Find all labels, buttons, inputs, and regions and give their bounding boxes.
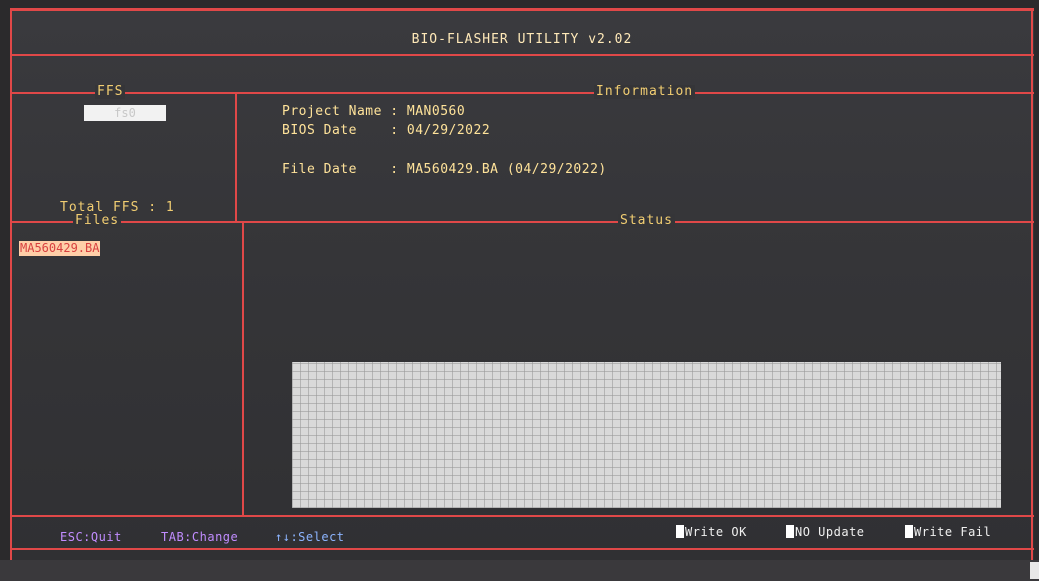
frame-help-divider — [10, 515, 1034, 517]
project-name-row: Project Name : MAN0560 — [282, 104, 466, 119]
status-panel-label: Status — [618, 213, 675, 228]
file-list-item[interactable]: MA560429.BA — [19, 241, 101, 256]
frame-left — [10, 8, 12, 560]
write-fail-swatch-icon — [905, 525, 913, 538]
legend-no-update: NO Update — [786, 525, 865, 539]
frame-top — [10, 8, 1034, 11]
cursor-block — [1030, 562, 1039, 579]
frame-middle-divider — [10, 221, 1034, 223]
ffs-panel-label: FFS — [95, 84, 126, 99]
frame-lower-vertical — [242, 222, 244, 516]
window-title: BIO-FLASHER UTILITY v2.02 — [411, 32, 633, 47]
legend-write-ok: Write OK — [676, 525, 747, 539]
help-tab-change: TAB:Change — [161, 530, 239, 544]
information-panel-label: Information — [594, 84, 696, 99]
frame-bottom — [10, 548, 1034, 550]
frame-upper-vertical — [235, 92, 237, 222]
write-ok-swatch-icon — [676, 525, 684, 538]
legend-write-ok-label: Write OK — [685, 525, 747, 539]
monitor-bezel — [0, 560, 1039, 581]
no-update-swatch-icon — [786, 525, 794, 538]
frame-title-divider — [10, 54, 1034, 56]
frame-panels-top — [10, 92, 1034, 94]
file-date-row: File Date : MA560429.BA (04/29/2022) — [282, 162, 607, 177]
legend-write-fail: Write Fail — [905, 525, 991, 539]
help-arrow-select: ↑↓:Select — [275, 530, 345, 544]
legend-no-update-label: NO Update — [795, 525, 865, 539]
ffs-selected-volume[interactable]: fs0 — [84, 105, 166, 121]
files-panel-label: Files — [73, 213, 122, 228]
flash-block-grid — [292, 362, 1001, 508]
frame-right — [1031, 8, 1033, 560]
legend-write-fail-label: Write Fail — [914, 525, 992, 539]
bios-flasher-screen: BIO-FLASHER UTILITY v2.02 FFS fs0 Total … — [10, 8, 1034, 560]
bios-date-row: BIOS Date : 04/29/2022 — [282, 123, 491, 138]
help-esc-quit: ESC:Quit — [60, 530, 122, 544]
